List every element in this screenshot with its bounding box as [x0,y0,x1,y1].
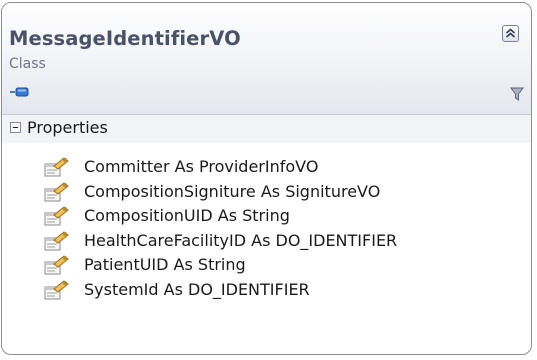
double-chevron-up-icon [503,26,518,41]
property-icon [44,205,70,228]
collapse-button[interactable] [502,25,519,42]
class-header[interactable]: MessageIdentifierVO Class [2,3,531,115]
properties-list: Committer As ProviderInfoVO CompositionS… [2,155,531,303]
property-icon [44,254,70,277]
property-icon [44,181,70,204]
property-item[interactable]: Committer As ProviderInfoVO [2,155,531,180]
property-icon [44,279,70,302]
property-item[interactable]: CompositionSigniture As SignitureVO [2,180,531,205]
property-item[interactable]: CompositionUID As String [2,204,531,229]
property-label: CompositionSigniture As SignitureVO [84,181,381,201]
property-label: Committer As ProviderInfoVO [84,157,319,176]
compartment-title: Properties [27,118,108,137]
funnel-filter-icon[interactable] [510,86,524,102]
class-stereotype: Class [9,56,46,72]
property-item[interactable]: PatientUID As String [2,253,531,278]
properties-compartment-header[interactable]: Properties [2,115,531,143]
property-label: CompositionUID As String [84,206,290,226]
property-icon [44,230,70,253]
class-shape[interactable]: MessageIdentifierVO Class Properties Com… [1,2,532,355]
collapse-minus-icon[interactable] [10,122,21,133]
property-label: SystemId As DO_IDENTIFIER [84,279,310,299]
property-item[interactable]: HealthCareFacilityID As DO_IDENTIFIER [2,229,531,254]
class-name[interactable]: MessageIdentifierVO [9,27,241,50]
shortcut-arrow-icon [9,85,31,99]
property-item[interactable]: SystemId As DO_IDENTIFIER [2,278,531,303]
property-label: HealthCareFacilityID As DO_IDENTIFIER [84,230,398,250]
property-label: PatientUID As String [84,255,246,275]
property-icon [44,156,70,179]
